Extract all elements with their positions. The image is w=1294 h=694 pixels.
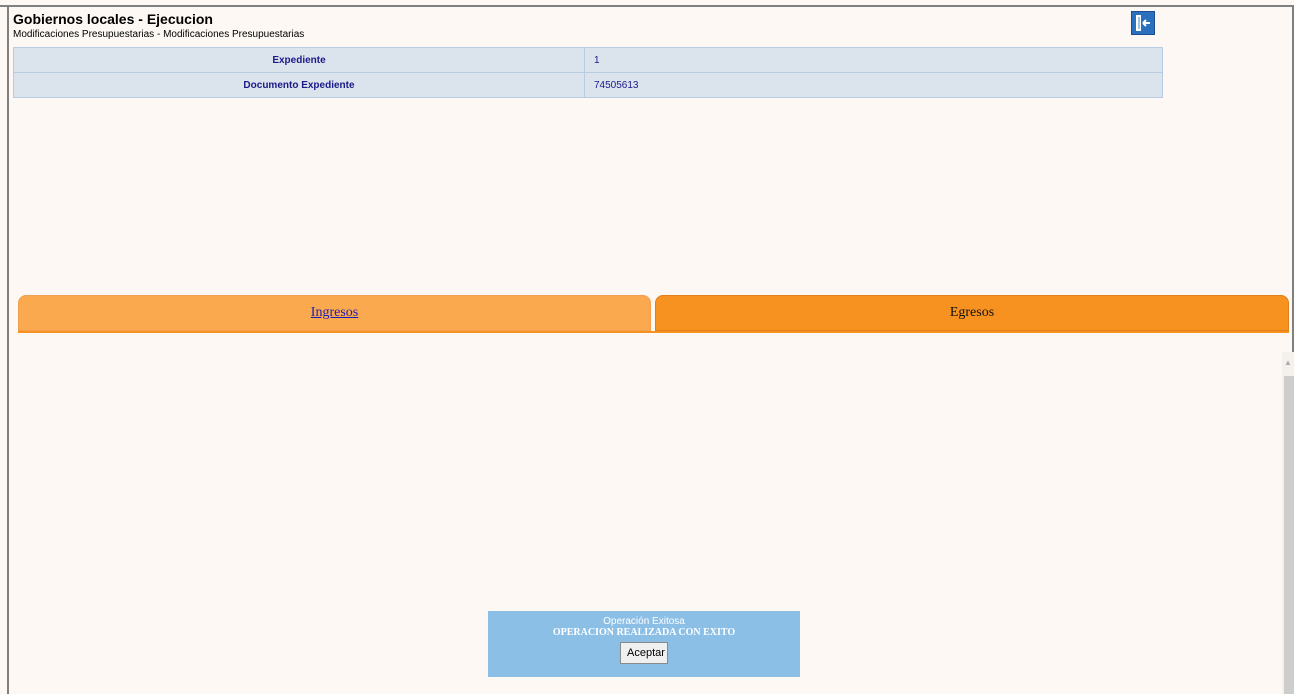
table-row: Expediente 1 <box>13 47 1163 73</box>
expediente-value: 1 <box>584 47 1163 73</box>
scroll-up-arrow-icon[interactable]: ▲ <box>1282 358 1294 368</box>
dialog-message: OPERACION REALIZADA CON EXITO <box>552 627 736 638</box>
expediente-label: Expediente <box>13 47 585 73</box>
dialog-title: Operación Exitosa <box>603 616 685 627</box>
documento-expediente-label: Documento Expediente <box>13 72 585 98</box>
success-dialog: Operación Exitosa OPERACION REALIZADA CO… <box>488 611 800 677</box>
documento-expediente-value: 74505613 <box>584 72 1163 98</box>
tab-underline <box>18 331 1289 333</box>
tab-ingresos[interactable]: Ingresos <box>18 295 651 331</box>
window-frame-top <box>0 5 1294 7</box>
expediente-table: Expediente 1 Documento Expediente 745056… <box>13 47 1163 98</box>
tab-egresos[interactable]: Egresos <box>655 295 1289 331</box>
vertical-scrollbar[interactable]: ▲ <box>1282 352 1294 694</box>
tab-egresos-label: Egresos <box>949 305 995 320</box>
aceptar-button[interactable]: Aceptar <box>620 642 668 664</box>
scrollbar-thumb[interactable] <box>1284 376 1294 694</box>
table-row: Documento Expediente 74505613 <box>13 72 1163 98</box>
exit-door-icon <box>1136 15 1150 31</box>
page-subtitle: Modificaciones Presupuestarias - Modific… <box>13 29 305 40</box>
tab-ingresos-link[interactable]: Ingresos <box>311 305 358 321</box>
exit-button[interactable] <box>1131 11 1155 35</box>
window-frame-left <box>7 5 9 694</box>
page-title: Gobiernos locales - Ejecucion <box>13 11 213 27</box>
